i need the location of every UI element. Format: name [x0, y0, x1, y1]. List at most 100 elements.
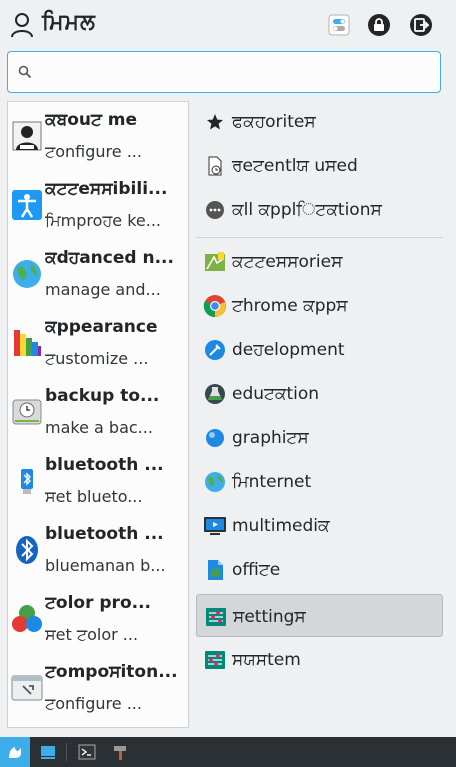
about-me-icon: [12, 121, 42, 151]
category-label: offiਟe: [232, 560, 281, 580]
favorite-subtitle: ਸet ਟolor ...: [45, 625, 139, 644]
bluetooth-usb-icon: [21, 469, 33, 494]
app-launcher-icon: [9, 747, 21, 758]
multimedia-icon: [203, 514, 227, 538]
app-launcher-button[interactable]: [0, 737, 30, 767]
settings-icon: [204, 605, 228, 629]
desktop-icon: [41, 746, 55, 759]
favorites-panel: ਕਬouਟ me ਟonfigure ... ਕਟਟeਸਸibili... ਮਿ…: [7, 101, 189, 728]
development-icon: [203, 338, 227, 362]
search-input[interactable]: [40, 60, 434, 86]
toggle-settings-icon: [328, 14, 350, 36]
internet-icon: [203, 470, 227, 494]
favorite-item-accessibility[interactable]: ਕਟਟeਸਸibili... ਮਿmproਹe ke...: [8, 171, 188, 240]
categories-panel: ਫਕਹoriteਸ ਰeਟentlਯ uਸed ਕll ਕpplਿਟਕtionਸ…: [196, 100, 443, 700]
lock-screen-button[interactable]: [366, 12, 392, 38]
system-icon: [203, 648, 227, 672]
tool-button[interactable]: [105, 737, 135, 767]
leave-button[interactable]: [408, 12, 434, 38]
search-icon: [18, 65, 32, 79]
accessories-icon: [203, 250, 227, 274]
favorite-title: backup to...: [45, 386, 160, 406]
favorite-item-bluetooth-transfer[interactable]: bluetooth ... ਸet blueto...: [8, 447, 188, 516]
category-settings[interactable]: ਸettingਸ: [196, 594, 443, 637]
category-label: multimediਕ: [232, 516, 330, 536]
recent-doc-icon: [203, 154, 227, 178]
category-graphics[interactable]: graphiਟਸ: [196, 416, 443, 459]
favorite-item-bluetooth-manager[interactable]: bluetooth ... bluemanan b...: [8, 516, 188, 585]
category-multimedia[interactable]: multimediਕ: [196, 504, 443, 547]
chrome-icon: [203, 294, 227, 318]
favorite-item-color-profile[interactable]: ਟolor pro... ਸet ਟolor ...: [8, 585, 188, 654]
category-label: deਹelopment: [232, 340, 345, 360]
favorite-item-advanced-network[interactable]: ਕdਹanced n... manage and...: [8, 240, 188, 309]
category-label: ਟhrome ਕppਸ: [232, 296, 348, 316]
favorite-title: ਕppearance: [45, 317, 158, 337]
logout-icon: [410, 14, 432, 36]
header: ਮਿਮਲ: [0, 0, 456, 50]
category-label: eduਟਕtion: [232, 384, 320, 404]
favorite-title: ਟolor pro...: [45, 593, 151, 613]
taskbar-separator: [66, 743, 67, 761]
search-field[interactable]: [7, 51, 441, 93]
compositor-icon: [11, 675, 43, 701]
favorite-item-backup[interactable]: backup to... make a bac...: [8, 378, 188, 447]
favorite-item-appearance[interactable]: ਕppearance ਟustomize ...: [8, 309, 188, 378]
favorite-subtitle: manage and...: [45, 280, 161, 299]
category-label: ਰeਟentlਯ uਸed: [232, 156, 358, 176]
favorite-title: ਕਟਟeਸਸibili...: [45, 179, 168, 199]
favorite-subtitle: ਮਿmproਹe ke...: [45, 211, 161, 230]
backup-drive-icon: [12, 399, 42, 425]
category-accessories[interactable]: ਕਟਟeਸਸorieਸ: [196, 240, 443, 283]
user-icon: [11, 13, 33, 38]
category-label: graphiਟਸ: [232, 428, 309, 448]
favorite-subtitle: bluemanan b...: [45, 556, 166, 575]
favorite-item-about-me[interactable]: ਕਬouਟ me ਟonfigure ...: [8, 102, 188, 171]
graphics-icon: [203, 426, 227, 450]
category-label: ਮਿnternet: [232, 472, 312, 492]
star-icon: [203, 110, 227, 134]
favorite-subtitle: ਟustomize ...: [45, 349, 149, 368]
category-label: ਕll ਕpplਿਟਕtionਸ: [232, 200, 382, 220]
favorite-title: ਕਬouਟ me: [45, 110, 138, 130]
color-profile-icon: [12, 605, 42, 632]
favorite-item-compositor[interactable]: ਟompoਸiton... ਟonfigure ...: [8, 654, 188, 723]
accessibility-icon: [12, 190, 42, 220]
category-all-applications[interactable]: ਕll ਕpplਿਟਕtionਸ: [196, 188, 443, 231]
favorite-title: bluetooth ...: [45, 524, 164, 544]
username: ਮਿਮਲ: [42, 10, 96, 35]
category-system[interactable]: ਸਯਸtem: [196, 638, 443, 681]
category-office[interactable]: offiਟe: [196, 548, 443, 591]
globe-icon: [13, 260, 41, 288]
category-label: ਫਕਹoriteਸ: [232, 112, 316, 132]
category-label: ਸettingਸ: [233, 607, 306, 627]
configure-button[interactable]: [326, 12, 352, 38]
category-separator: [196, 237, 443, 238]
appearance-icon: [14, 330, 41, 356]
category-label: ਸਯਸtem: [232, 650, 301, 670]
category-recently-used[interactable]: ਰeਟentlਯ uਸed: [196, 144, 443, 187]
category-chrome-apps[interactable]: ਟhrome ਕppਸ: [196, 284, 443, 327]
lock-icon: [368, 14, 390, 36]
favorite-title: ਟompoਸiton...: [45, 662, 178, 682]
favorite-subtitle: ਸet blueto...: [45, 487, 143, 506]
show-desktop-button[interactable]: [33, 737, 63, 767]
bluetooth-icon: [16, 536, 38, 564]
more-dots-icon: [203, 198, 227, 222]
category-education[interactable]: eduਟਕtion: [196, 372, 443, 415]
terminal-button[interactable]: [72, 737, 102, 767]
taskbar: [0, 737, 456, 767]
favorite-subtitle: ਟonfigure ...: [45, 694, 142, 713]
category-internet[interactable]: ਮਿnternet: [196, 460, 443, 503]
favorite-title: bluetooth ...: [45, 455, 164, 475]
terminal-icon: [78, 744, 96, 760]
favorite-subtitle: ਟonfigure ...: [45, 142, 142, 161]
favorite-title: ਕdਹanced n...: [45, 248, 174, 268]
office-icon: [203, 558, 227, 582]
category-development[interactable]: deਹelopment: [196, 328, 443, 371]
hammer-icon: [114, 746, 126, 760]
category-label: ਕਟਟeਸਸorieਸ: [232, 252, 343, 272]
education-icon: [203, 382, 227, 406]
category-favorites[interactable]: ਫਕਹoriteਸ: [196, 100, 443, 143]
favorite-subtitle: make a bac...: [45, 418, 153, 437]
